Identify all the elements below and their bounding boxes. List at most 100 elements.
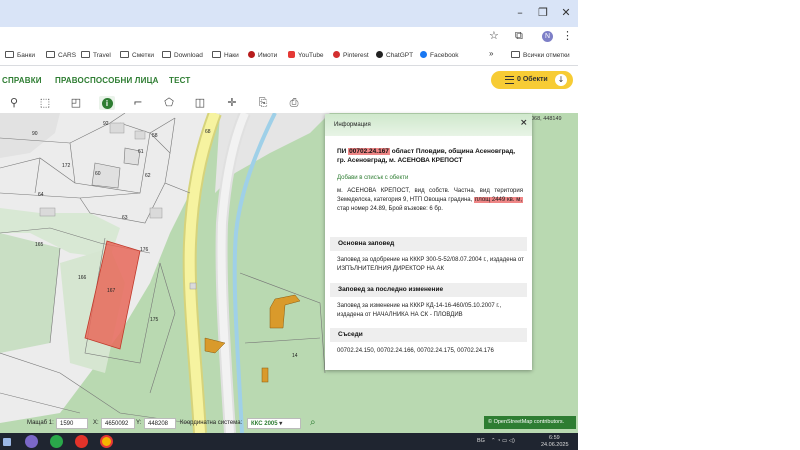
select-area-icon[interactable]: ◰: [68, 96, 84, 110]
measure-line-icon[interactable]: ⌐: [130, 96, 146, 110]
coordinates-icon[interactable]: ✛: [224, 96, 240, 110]
parcel-label: 165: [35, 242, 44, 248]
viber-icon[interactable]: [25, 435, 38, 448]
extensions-icon[interactable]: ⧉: [515, 29, 523, 43]
measure-area-icon[interactable]: ⬠: [161, 96, 177, 110]
map-tools: ⚲ ⬚ ◰ i ⌐ ⬠ ◫ ✛ ⎘ ⎙: [0, 93, 578, 113]
print-icon[interactable]: ⎙: [286, 96, 302, 110]
osm-credit[interactable]: © OpenStreetMap contributors.: [484, 416, 576, 429]
objects-label: 0 Обекти: [517, 76, 548, 83]
parcel-label: 175: [150, 317, 159, 323]
close-window-button[interactable]: ✕: [558, 6, 574, 20]
chatgpt-icon: [376, 51, 383, 58]
app-icon[interactable]: [75, 435, 88, 448]
info-panel: Информация × ПИ 00702.24.167 област Плов…: [325, 114, 532, 370]
parcel-label: 14: [292, 353, 298, 359]
chevron-down-icon: ▾: [279, 421, 283, 427]
parcel-label: 60: [95, 171, 101, 177]
language-indicator[interactable]: BG: [477, 438, 485, 444]
close-icon[interactable]: ×: [520, 118, 528, 128]
parcel-title: ПИ 00702.24.167 област Пловдив, община А…: [337, 148, 516, 164]
parcel-label: 167: [107, 288, 116, 294]
clock-date[interactable]: 24.06.2025: [541, 442, 569, 448]
bookmark-smetki[interactable]: Сметки: [120, 51, 154, 59]
bookmark-banki[interactable]: Банки: [5, 51, 35, 59]
bookmark-imoti[interactable]: Имоти: [248, 51, 277, 59]
list-icon: [505, 76, 514, 84]
parcel-label: 62: [145, 173, 151, 179]
select-rect-icon[interactable]: ⬚: [37, 96, 53, 110]
nav-test[interactable]: ТЕСТ: [169, 76, 191, 85]
last-change-text: Заповед за изменение на КККР КД-14-16-46…: [337, 303, 502, 318]
search-icon[interactable]: ⌕: [310, 417, 316, 428]
system-tray-icons[interactable]: ⌃ ◔ ▭ ◁): [491, 438, 515, 444]
bookmark-facebook[interactable]: Facebook: [420, 51, 459, 59]
folder-icon: [5, 51, 14, 58]
parcel-label: 68: [205, 129, 211, 135]
all-bookmarks[interactable]: Всички отметки: [511, 51, 570, 59]
chrome-icon[interactable]: [100, 435, 113, 448]
coord-system-label: Координатна система:: [180, 420, 243, 426]
parcel-label: 92: [103, 121, 109, 127]
main-order-text: Заповед за одобрение на КККР 300-5-52/08…: [337, 257, 524, 272]
whatsapp-icon[interactable]: [50, 435, 63, 448]
main-order-header: Основна заповед: [330, 237, 527, 251]
folder-icon: [81, 51, 90, 58]
map-layers-icon[interactable]: ◫: [192, 96, 208, 110]
bookmark-youtube[interactable]: YouTube: [288, 51, 324, 59]
parcel-label: 61: [138, 149, 144, 155]
parcel-area: площ 2449 кв. м,: [474, 197, 523, 203]
add-to-list-link[interactable]: Добави в списък с обекти: [337, 175, 544, 181]
bookmark-pinterest[interactable]: Pinterest: [333, 51, 369, 59]
pinterest-icon: [333, 51, 340, 58]
bookmark-naki[interactable]: Наки: [212, 51, 239, 59]
star-icon[interactable]: ☆: [489, 29, 499, 42]
parcel-label: 58: [152, 133, 158, 139]
youtube-icon: [288, 51, 295, 58]
minimize-button[interactable]: –: [512, 6, 528, 20]
bookmark-download[interactable]: Download: [162, 51, 203, 59]
x-label: X:: [93, 420, 99, 426]
x-coordinate: 4650092: [101, 418, 135, 429]
last-change-header: Заповед за последно изменение: [330, 283, 527, 297]
windows-start-icon[interactable]: [3, 438, 11, 446]
document-icon[interactable]: ⎘: [255, 96, 271, 110]
maximize-button[interactable]: ❐: [535, 6, 551, 20]
bookmark-cars[interactable]: CARS: [46, 51, 76, 59]
info-panel-header: Информация ×: [325, 114, 532, 136]
coord-system-select[interactable]: ККС 2005 ▾: [247, 418, 301, 429]
bookmark-travel[interactable]: Travel: [81, 51, 111, 59]
location-pin-icon[interactable]: ⚲: [6, 96, 22, 110]
y-label: Y:: [136, 420, 142, 426]
bookmarks-bar: Банки CARS Travel Сметки Download Наки И…: [0, 47, 578, 66]
objects-button[interactable]: 0 Обекти ↓: [491, 71, 573, 89]
parcel-label: 64: [38, 192, 44, 198]
map-coordinates-readout: 068, 448149: [531, 116, 562, 122]
nav-spravki[interactable]: СПРАВКИ: [2, 76, 42, 85]
nav-pravosposobni-lica[interactable]: ПРАВОСПОСОБНИ ЛИЦА: [55, 76, 159, 85]
avatar[interactable]: N: [542, 31, 553, 42]
download-icon: ↓: [555, 74, 567, 86]
taskbar: BG ⌃ ◔ ▭ ◁) 6:59 24.06.2025: [0, 433, 578, 450]
parcel-label: 166: [78, 275, 87, 281]
browser-toolbar: ☆ ⧉ ⋮: [0, 27, 578, 47]
info-panel-title: Информация: [334, 122, 371, 128]
parcel-label: 176: [140, 247, 149, 253]
folder-icon: [162, 51, 171, 58]
folder-icon: [46, 51, 55, 58]
bookmarks-overflow-button[interactable]: »: [489, 49, 493, 58]
facebook-icon: [420, 51, 427, 58]
scale-input[interactable]: 1590: [56, 418, 88, 429]
clock-time[interactable]: 6:59: [549, 435, 560, 441]
folder-icon: [120, 51, 129, 58]
circle-icon: [248, 51, 255, 58]
parcel-label: 172: [62, 163, 71, 169]
parcel-label: 63: [122, 215, 128, 221]
parcel-description: м. АСЕНОВА КРЕПОСТ, вид собств. Частна, …: [337, 188, 523, 212]
folder-icon: [511, 51, 520, 58]
folder-icon: [212, 51, 221, 58]
info-tool-icon[interactable]: i: [99, 96, 115, 110]
menu-dots-icon[interactable]: ⋮: [562, 29, 573, 42]
browser-window: – ❐ ✕ ☆ ⧉ ⋮ N Банки CARS Travel Сметки D…: [0, 0, 578, 450]
bookmark-chatgpt[interactable]: ChatGPT: [376, 51, 413, 59]
